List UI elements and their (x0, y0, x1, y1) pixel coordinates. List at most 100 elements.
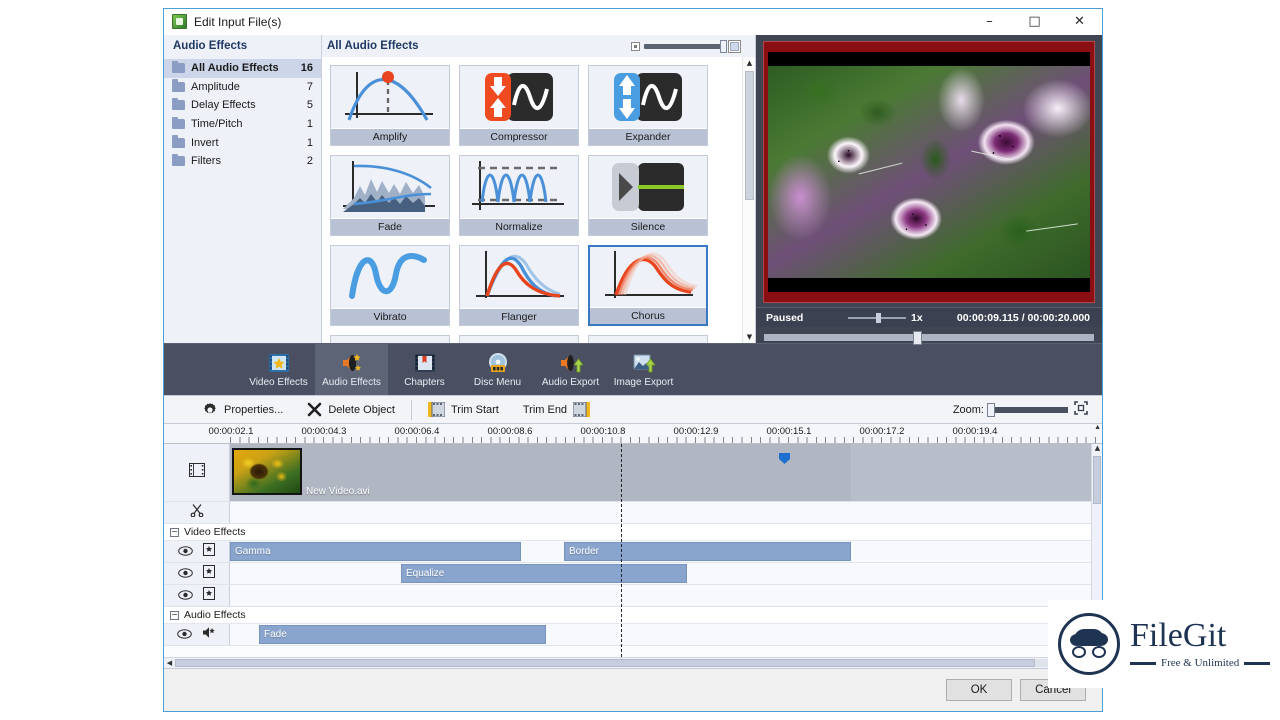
tab-label: Disc Menu (474, 377, 521, 388)
video-effect-icon[interactable] (203, 587, 215, 605)
maximize-button[interactable]: □ (1012, 9, 1057, 34)
effect-clip-border[interactable]: Border (564, 542, 851, 561)
effect-card-fade[interactable]: Fade (330, 155, 450, 236)
thumbnail-size-track[interactable] (644, 44, 724, 49)
speed-handle[interactable] (876, 313, 881, 323)
properties-button[interactable]: Properties... (190, 396, 295, 423)
eye-icon[interactable] (178, 587, 193, 605)
scrollbar-thumb[interactable] (745, 71, 754, 200)
trim-start-button[interactable]: Trim Start (416, 396, 511, 423)
timeline-zoom-control[interactable]: Zoom: (953, 401, 1102, 418)
tab-audio-export[interactable]: Audio Export (534, 344, 607, 395)
effect-card-partial-2[interactable] (459, 335, 579, 343)
video-track-body[interactable]: New Video.avi (230, 444, 1102, 501)
effect-clip-gamma[interactable]: Gamma (230, 542, 521, 561)
ruler-label: 00:00:10.8 (581, 426, 626, 437)
small-thumbnail-icon[interactable] (631, 42, 640, 51)
scroll-down-icon[interactable]: ▼ (743, 331, 755, 343)
cut-track-body[interactable] (230, 502, 1102, 523)
ruler-label: 00:00:12.9 (674, 426, 719, 437)
tl-scrollbar-thumb[interactable] (1093, 456, 1101, 504)
effect-label: Flanger (460, 309, 578, 325)
hscroll-track[interactable] (175, 659, 1102, 667)
zoom-handle[interactable] (987, 403, 995, 417)
seek-track[interactable] (764, 334, 1094, 341)
effect-card-flanger[interactable]: Flanger (459, 245, 579, 326)
effect-clip-label: Border (569, 546, 599, 557)
tab-audio-effects[interactable]: Audio Effects (315, 344, 388, 395)
thumbnail-size-handle[interactable] (720, 40, 727, 53)
category-item-amplitude[interactable]: Amplitude 7 (164, 78, 321, 97)
effect-card-normalize[interactable]: Normalize (459, 155, 579, 236)
effect-card-partial-1[interactable] (330, 335, 450, 343)
properties-label: Properties... (224, 404, 283, 416)
category-item-all-audio-effects[interactable]: All Audio Effects 16 (164, 59, 321, 78)
delete-object-button[interactable]: Delete Object (295, 396, 407, 423)
close-button[interactable]: ✕ (1057, 9, 1102, 34)
chorus-thumbnail (590, 247, 706, 308)
effect-card-amplify[interactable]: Amplify (330, 65, 450, 146)
fx-row-body[interactable]: Equalize (230, 563, 1102, 584)
category-count: 2 (307, 155, 313, 167)
fx-row-body[interactable]: Gamma Border (230, 541, 1102, 562)
ruler-scroll-up-icon[interactable]: ▲ (1094, 424, 1101, 431)
window-title: Edit Input File(s) (194, 15, 281, 29)
category-count: 1 (307, 137, 313, 149)
ok-button[interactable]: OK (946, 679, 1012, 701)
category-item-filters[interactable]: Filters 2 (164, 152, 321, 171)
effect-card-chorus[interactable]: Chorus (588, 245, 708, 326)
category-item-time-pitch[interactable]: Time/Pitch 1 (164, 115, 321, 134)
playback-speed-slider[interactable]: 1x (848, 312, 923, 324)
group-header-audio-effects[interactable]: − Audio Effects (164, 607, 1102, 624)
audio-effect-icon[interactable] (202, 626, 216, 644)
category-label: Delay Effects (191, 99, 307, 111)
preview-status-bar: Paused 1x 00:00:09.115 / 00:00:20.000 (756, 307, 1102, 327)
category-label: All Audio Effects (191, 62, 301, 74)
fit-to-window-icon[interactable] (1074, 401, 1088, 418)
tab-image-export[interactable]: Image Export (607, 344, 680, 395)
collapse-icon[interactable]: − (170, 611, 179, 620)
eye-icon[interactable] (178, 543, 193, 561)
effect-card-expander[interactable]: Expander (588, 65, 708, 146)
timeline-horizontal-scrollbar[interactable]: ◀ (164, 657, 1102, 668)
cloud-shape (1074, 629, 1104, 646)
collapse-icon[interactable]: − (170, 528, 179, 537)
category-item-invert[interactable]: Invert 1 (164, 133, 321, 152)
video-effect-icon[interactable] (203, 565, 215, 583)
film-strip-icon (189, 463, 205, 482)
category-label: Time/Pitch (191, 118, 307, 130)
folder-icon (172, 63, 185, 73)
category-item-delay-effects[interactable]: Delay Effects 5 (164, 96, 321, 115)
tl-scroll-up-icon[interactable]: ▲ (1092, 444, 1102, 455)
effect-clip-equalize[interactable]: Equalize (401, 564, 687, 583)
trim-end-button[interactable]: Trim End (511, 396, 602, 423)
speed-track[interactable] (848, 317, 906, 319)
effects-grid-scrollbar[interactable]: ▲ ▼ (742, 57, 755, 343)
video-effect-icon[interactable] (203, 543, 215, 561)
timeline-ruler[interactable]: 00:00:02.1 00:00:04.3 00:00:06.4 00:00:0… (164, 424, 1102, 444)
category-count: 16 (301, 62, 313, 74)
effect-card-silence[interactable]: Silence (588, 155, 708, 236)
seek-handle[interactable] (913, 331, 922, 345)
eye-icon[interactable] (178, 565, 193, 583)
effect-card-vibrato[interactable]: Vibrato (330, 245, 450, 326)
minimize-button[interactable]: – (967, 9, 1012, 34)
fx-row-body[interactable] (230, 585, 1102, 606)
hscroll-thumb[interactable] (175, 659, 1035, 667)
video-clip[interactable]: New Video.avi (230, 444, 851, 501)
effect-card-compressor[interactable]: Compressor (459, 65, 579, 146)
eye-icon[interactable] (177, 626, 192, 644)
fx-row-body[interactable]: Fade (230, 624, 1102, 645)
tab-disc-menu[interactable]: Disc Menu (461, 344, 534, 395)
effect-card-partial-3[interactable] (588, 335, 708, 343)
group-header-video-effects[interactable]: − Video Effects (164, 524, 1102, 541)
scroll-up-icon[interactable]: ▲ (743, 57, 755, 69)
tab-video-effects[interactable]: Video Effects (242, 344, 315, 395)
effect-clip-fade[interactable]: Fade (259, 625, 546, 644)
ruler-label: 00:00:06.4 (395, 426, 440, 437)
large-thumbnail-icon[interactable] (728, 40, 741, 53)
hscroll-left-icon[interactable]: ◀ (164, 659, 175, 667)
zoom-track[interactable] (990, 407, 1068, 413)
tab-chapters[interactable]: Chapters (388, 344, 461, 395)
thumbnail-size-slider[interactable] (631, 40, 755, 53)
